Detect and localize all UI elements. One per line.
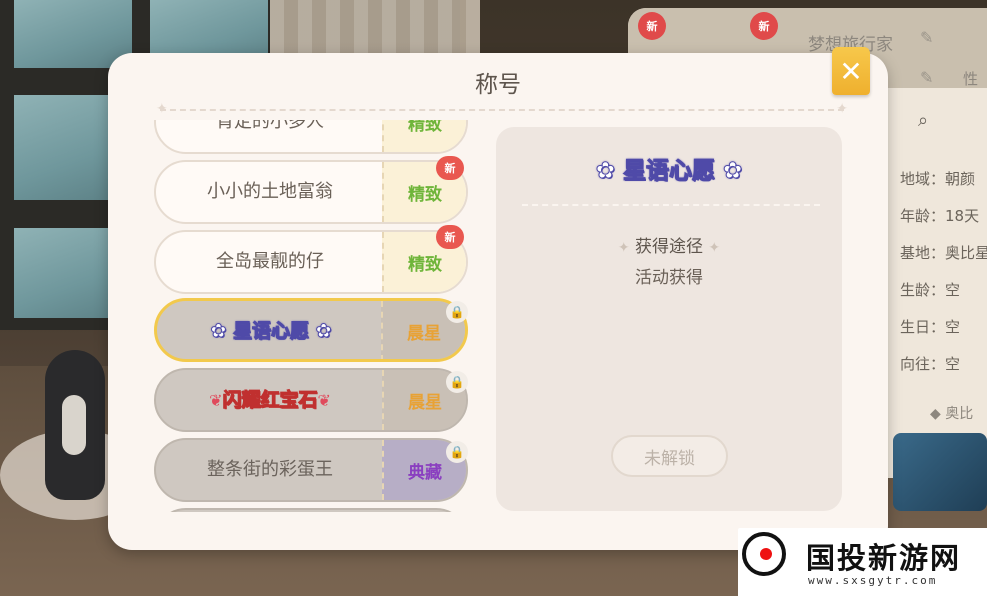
tier-badge: 精致: [382, 120, 466, 152]
photo-thumbnail[interactable]: [893, 433, 987, 511]
title-name: 小小的土地富翁: [207, 181, 333, 202]
edit-icon[interactable]: ✎: [920, 68, 933, 87]
title-item[interactable]: 整条街的彩蛋王 典藏: [154, 438, 468, 502]
star-icon: ✦: [836, 101, 848, 117]
divider: [160, 109, 844, 111]
wing-icon: ❦: [317, 391, 331, 410]
divider: [522, 204, 820, 206]
title-name: ❦闪耀红宝石❦: [209, 389, 331, 412]
close-button[interactable]: ✕: [832, 47, 870, 95]
new-badge: 新: [638, 12, 666, 40]
stat-base: 基地：奥比星: [900, 244, 987, 262]
gender-label: 性: [963, 70, 979, 88]
edit-icon[interactable]: ✎: [920, 28, 933, 47]
lock-icon: 🔒: [446, 441, 468, 463]
lock-icon: 🔒: [446, 301, 468, 323]
watermark-url: www.sxsgytr.com: [808, 574, 938, 587]
title-name: 肯定的小多人: [216, 120, 324, 132]
title-item-selected[interactable]: ✿ 星语心愿 ✿ 晨星: [154, 298, 468, 362]
stat-birthday: 生日：空: [900, 318, 961, 336]
title-item[interactable]: 全岛最靓的仔 精致: [154, 230, 468, 294]
watermark-text: 国投新游网: [806, 541, 962, 575]
stat-region: 地域：朝颜: [900, 170, 976, 188]
profile-more: ◆ 奥比: [930, 406, 974, 422]
title-name: 全岛最靓的仔: [216, 251, 324, 272]
star-icon: ✦: [156, 101, 168, 117]
obtain-label: ✦ 获得途径 ✦: [617, 237, 721, 257]
stat-lifespan: 生龄：空: [900, 281, 961, 299]
title-name: ✿ 星语心愿 ✿: [210, 320, 332, 343]
modal-title: 称号: [475, 72, 521, 98]
stat-wish: 向往：空: [900, 355, 961, 373]
unlock-button[interactable]: 未解锁: [611, 435, 728, 477]
title-item[interactable]: [154, 508, 468, 512]
detail-title: ✿ 星语心愿 ✿: [595, 158, 743, 185]
title-item[interactable]: 肯定的小多人 精致: [154, 120, 468, 154]
title-item[interactable]: 小小的土地富翁 精致: [154, 160, 468, 224]
search-icon[interactable]: ⌕: [918, 110, 928, 131]
new-tag: 新: [436, 156, 464, 180]
profile-stats: 地域：朝颜 年龄：18天 基地：奥比星 生龄：空 生日：空 向往：空: [900, 168, 987, 390]
stat-age: 年龄：18天: [900, 207, 980, 225]
new-tag: 新: [436, 225, 464, 249]
watermark-logo-icon: [742, 532, 786, 576]
lock-icon: 🔒: [446, 371, 468, 393]
title-name: 整条街的彩蛋王: [207, 459, 333, 480]
title-detail-panel: ✿ 星语心愿 ✿ ✦ 获得途径 ✦ 活动获得 未解锁: [496, 127, 842, 511]
wing-icon: ❦: [209, 391, 223, 410]
title-list[interactable]: 肯定的小多人 精致 小小的土地富翁 精致 全岛最靓的仔 精致 ✿ 星语心愿 ✿ …: [154, 120, 470, 512]
obtain-source: 活动获得: [635, 268, 703, 288]
title-item[interactable]: ❦闪耀红宝石❦ 晨星: [154, 368, 468, 432]
new-badge: 新: [750, 12, 778, 40]
